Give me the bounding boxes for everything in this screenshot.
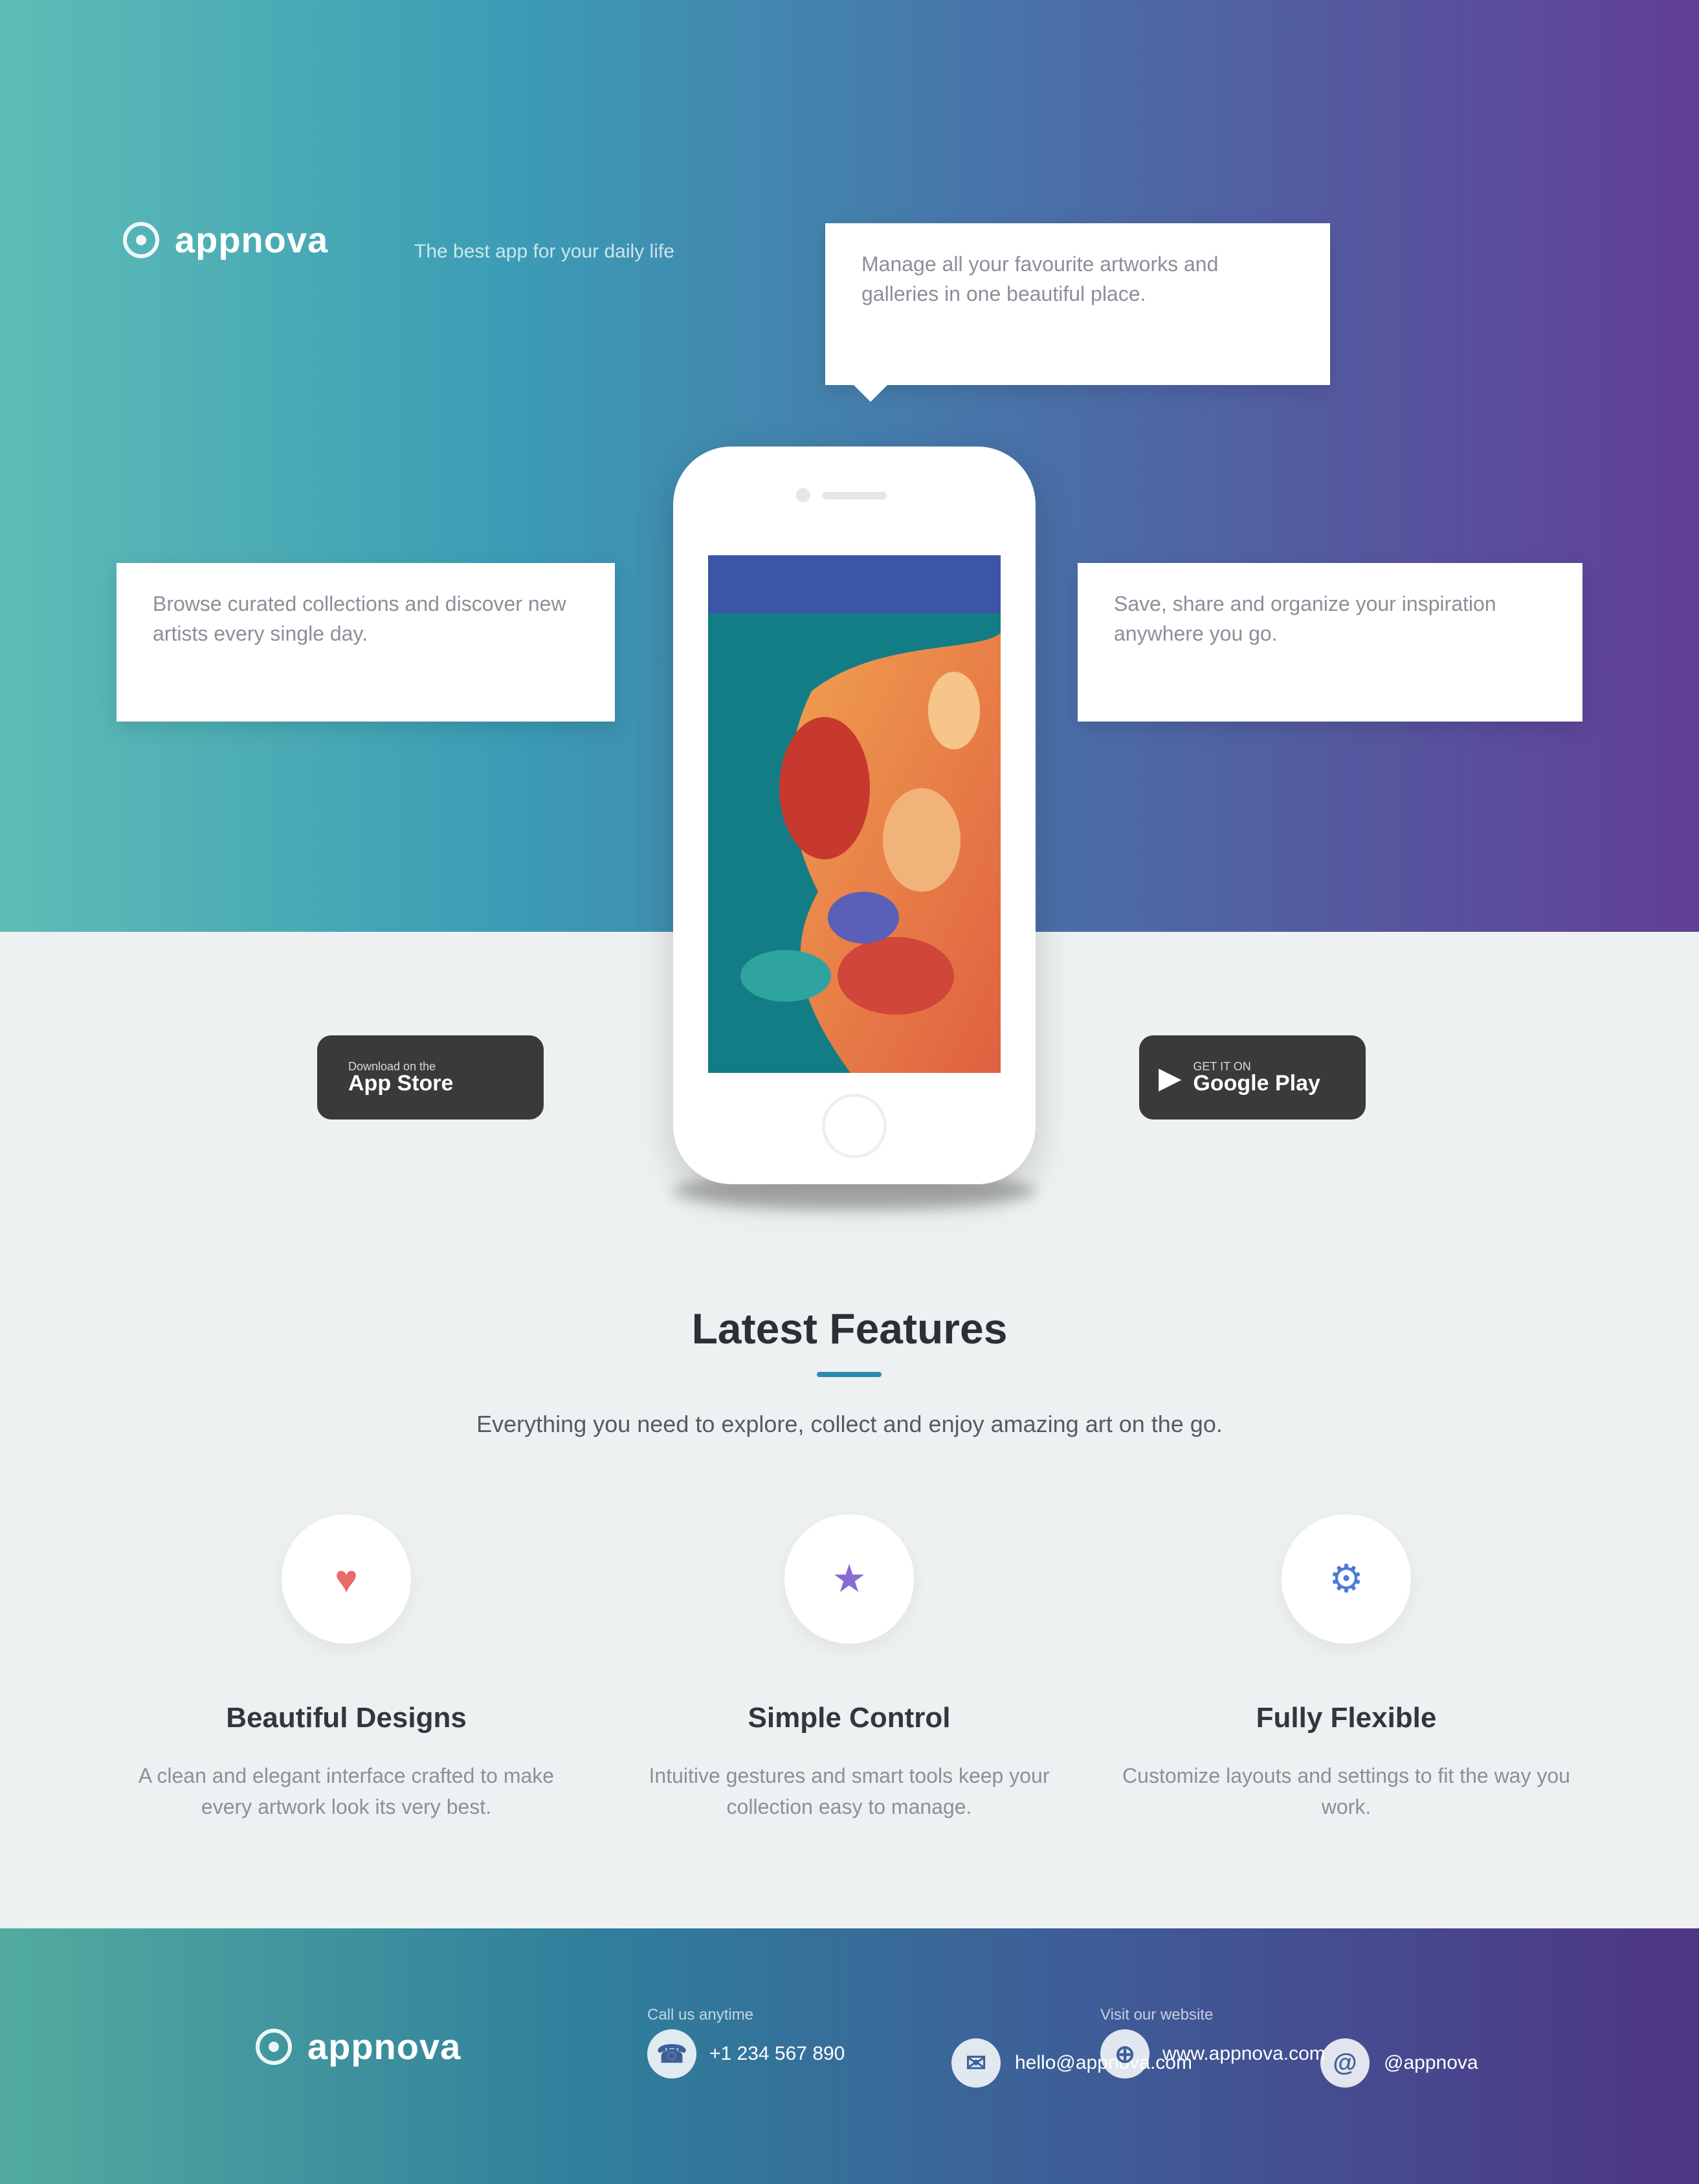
callout-top-text: Manage all your favourite artworks and g… [861,252,1219,305]
website-label: Visit our website [1100,2006,1214,2024]
feature-card: ★ Simple Control Intuitive gestures and … [623,1514,1076,1822]
gear-glyph: ⚙ [1329,1557,1364,1600]
feature-title: Fully Flexible [1256,1702,1437,1734]
footer-website[interactable]: Visit our website ⊕ www.appnova.com [1100,2006,1326,2079]
google-play-button[interactable]: ▶ GET IT ON Google Play [1139,1035,1366,1120]
star-glyph: ★ [832,1557,867,1600]
social-handle: @appnova [1384,2052,1478,2073]
app-store-label: App Store [348,1071,454,1096]
callout-right: Save, share and organize your inspiratio… [1078,563,1582,722]
phone-screen [708,555,1001,1073]
home-button [822,1094,887,1158]
footer-brand[interactable]: appnova [256,2025,461,2068]
camera-icon [796,488,810,502]
section-title: Latest Features [691,1305,1008,1352]
speaker-grille [822,492,887,500]
feature-description: Intuitive gestures and smart tools keep … [649,1764,1050,1818]
app-store-button[interactable]: Download on the App Store [317,1035,544,1120]
play-icon: ▶ [1159,1061,1182,1094]
callout-right-text: Save, share and organize your inspiratio… [1114,592,1496,645]
footer-brand-name: appnova [307,2026,461,2067]
heart-glyph: ♥ [335,1557,358,1601]
logo-icon [123,221,159,258]
app-topbar [708,555,1001,613]
title-underline [817,1372,882,1377]
callout-tail [851,382,890,402]
phone-icon: ☎ [647,2029,696,2079]
footer-social[interactable]: @ @appnova [1320,2038,1478,2088]
artwork-image [708,613,1001,1073]
feature-title: Simple Control [748,1702,951,1734]
star-icon: ★ [784,1514,914,1644]
callout-left: Browse curated collections and discover … [117,563,615,722]
phone-label: Call us anytime [647,2006,754,2024]
section-subtitle: Everything you need to explore, collect … [476,1411,1223,1437]
feature-card: ⚙ Fully Flexible Customize layouts and s… [1120,1514,1573,1822]
google-play-small: GET IT ON [1193,1060,1251,1073]
heart-icon: ♥ [282,1514,411,1644]
tagline: The best app for your daily life [414,241,674,262]
logo-icon [256,2028,292,2065]
globe-icon: ⊕ [1100,2029,1149,2079]
app-store-small: Download on the [348,1060,436,1073]
feature-card: ♥ Beautiful Designs A clean and elegant … [120,1514,573,1822]
brand-logo[interactable]: appnova [123,219,328,261]
brand-name: appnova [175,219,329,260]
social-icon: @ [1320,2038,1370,2088]
mail-icon: ✉ [951,2038,1001,2088]
phone-number: +1 234 567 890 [709,2043,845,2064]
feature-description: Customize layouts and settings to fit th… [1122,1764,1570,1818]
footer-phone[interactable]: Call us anytime ☎ +1 234 567 890 [647,2006,845,2079]
feature-title: Beautiful Designs [226,1702,467,1734]
callout-top: Manage all your favourite artworks and g… [825,223,1330,402]
callout-left-text: Browse curated collections and discover … [153,592,566,645]
website-url: www.appnova.com [1162,2043,1326,2064]
gear-icon: ⚙ [1282,1514,1411,1644]
phone-mockup [673,447,1036,1184]
feature-description: A clean and elegant interface crafted to… [138,1764,555,1818]
google-play-label: Google Play [1193,1071,1320,1096]
